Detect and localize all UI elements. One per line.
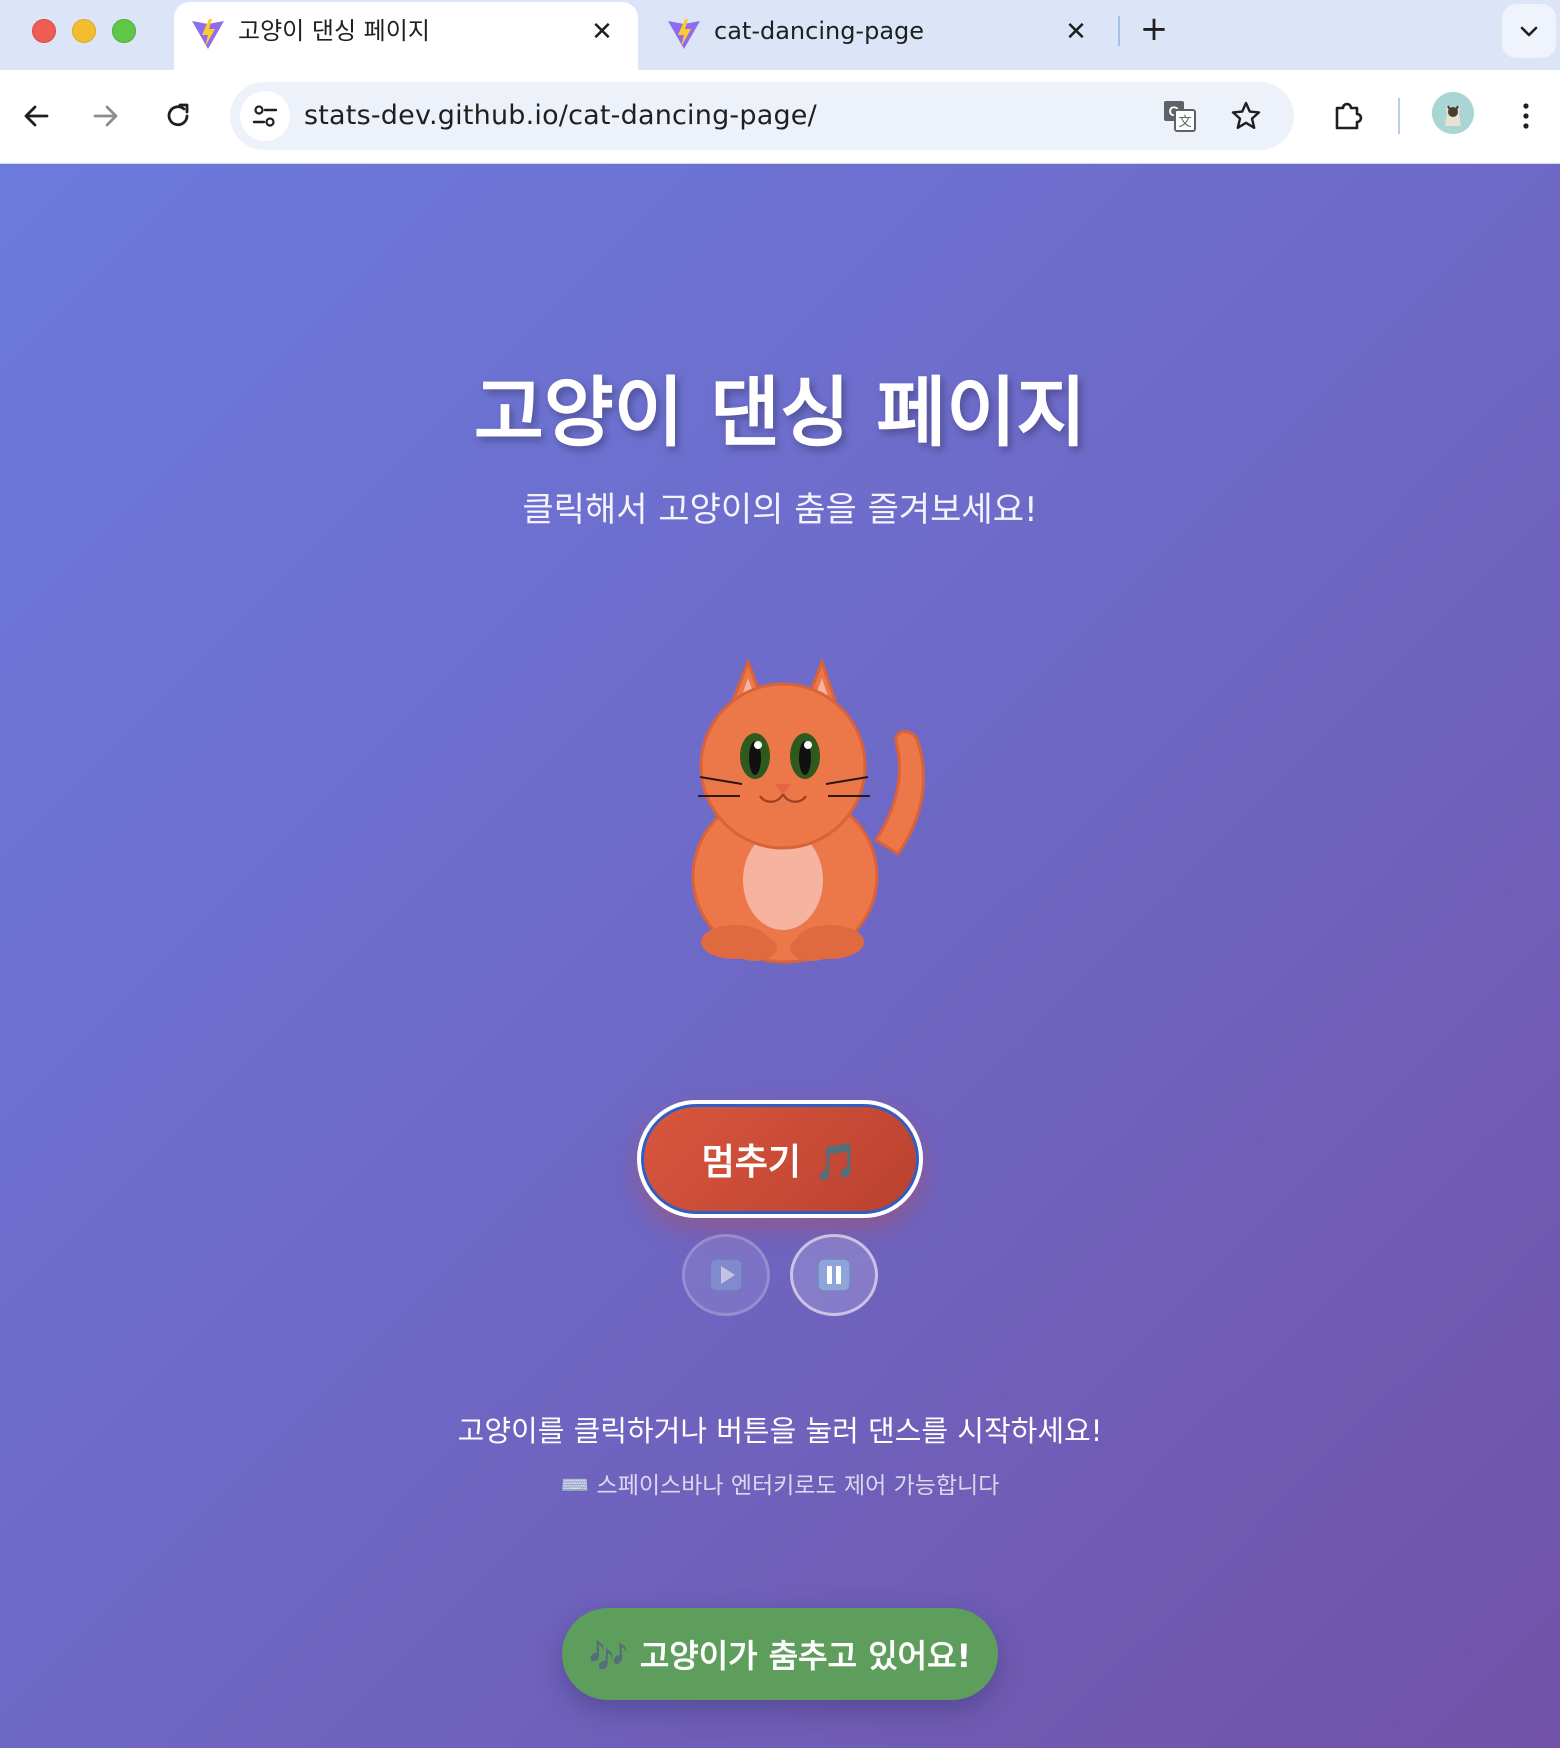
puzzle-piece-icon xyxy=(1335,102,1363,130)
vite-favicon-icon xyxy=(668,19,700,49)
tab-search-button[interactable] xyxy=(1502,4,1556,58)
tab-strip: 고양이 댄싱 페이지 ✕ cat-dancing-page ✕ + xyxy=(0,0,1560,70)
reload-button[interactable] xyxy=(156,94,200,138)
dance-status-text: 🎶 고양이가 춤추고 있어요! xyxy=(588,1637,972,1675)
pause-icon xyxy=(817,1258,851,1292)
tab-inactive[interactable]: cat-dancing-page ✕ xyxy=(650,2,1112,70)
toolbar-divider xyxy=(1398,98,1400,134)
back-button[interactable] xyxy=(14,94,58,138)
star-icon xyxy=(1231,101,1261,129)
profile-avatar[interactable] xyxy=(1432,92,1474,134)
page-title: 고양이 댄싱 페이지 xyxy=(473,368,1087,457)
kebab-menu-icon xyxy=(1523,103,1529,129)
page-subtitle: 클릭해서 고양이의 춤을 즐겨보세요! xyxy=(522,490,1038,530)
chevron-down-icon xyxy=(1520,26,1538,37)
tune-icon xyxy=(252,105,278,127)
browser-toolbar: stats-dev.github.io/cat-dancing-page/ G … xyxy=(0,70,1560,164)
forward-button[interactable] xyxy=(84,94,128,138)
menu-button[interactable] xyxy=(1504,94,1548,138)
minimize-window-button[interactable] xyxy=(72,19,96,43)
new-tab-button[interactable]: + xyxy=(1136,12,1172,48)
arrow-left-icon xyxy=(24,105,49,127)
play-icon xyxy=(709,1258,743,1292)
dancing-cat[interactable] xyxy=(680,644,930,964)
instruction-text: 고양이를 클릭하거나 버튼을 눌러 댄스를 시작하세요! xyxy=(457,1414,1103,1448)
tab-close-icon[interactable]: ✕ xyxy=(1060,16,1092,48)
arrow-right-icon xyxy=(93,105,118,127)
tab-active[interactable]: 고양이 댄싱 페이지 ✕ xyxy=(174,2,638,70)
tab-close-icon[interactable]: ✕ xyxy=(586,16,618,48)
stop-dance-label: 멈추기 🎵 xyxy=(701,1142,859,1183)
pause-button[interactable] xyxy=(790,1234,878,1316)
translate-button[interactable]: G 文 xyxy=(1158,94,1202,138)
play-button[interactable] xyxy=(682,1234,770,1316)
url-text[interactable]: stats-dev.github.io/cat-dancing-page/ xyxy=(304,100,817,132)
maximize-window-button[interactable] xyxy=(112,19,136,43)
vite-favicon-icon xyxy=(192,19,224,49)
dance-status-badge: 🎶 고양이가 춤추고 있어요! xyxy=(562,1608,998,1700)
svg-text:文: 文 xyxy=(1178,115,1191,130)
tab-title: cat-dancing-page xyxy=(714,17,925,45)
tab-title: 고양이 댄싱 페이지 xyxy=(238,17,430,45)
close-window-button[interactable] xyxy=(32,19,56,43)
page-content: 고양이 댄싱 페이지 클릭해서 고양이의 춤을 즐겨보세요! 멈추기 🎵 고양이… xyxy=(0,164,1560,1748)
site-info-button[interactable] xyxy=(240,91,290,141)
address-bar[interactable]: stats-dev.github.io/cat-dancing-page/ G … xyxy=(230,82,1294,150)
reload-icon xyxy=(167,103,189,127)
bookmark-button[interactable] xyxy=(1224,94,1268,138)
keyboard-hint: ⌨️ 스페이스바나 엔터키로도 제어 가능합니다 xyxy=(560,1473,1000,1499)
extensions-button[interactable] xyxy=(1326,94,1370,138)
stop-dance-button[interactable]: 멈추기 🎵 xyxy=(637,1100,923,1218)
cat-avatar-icon xyxy=(1432,92,1474,134)
translate-icon: G 文 xyxy=(1164,101,1196,132)
tab-divider xyxy=(1118,16,1120,46)
